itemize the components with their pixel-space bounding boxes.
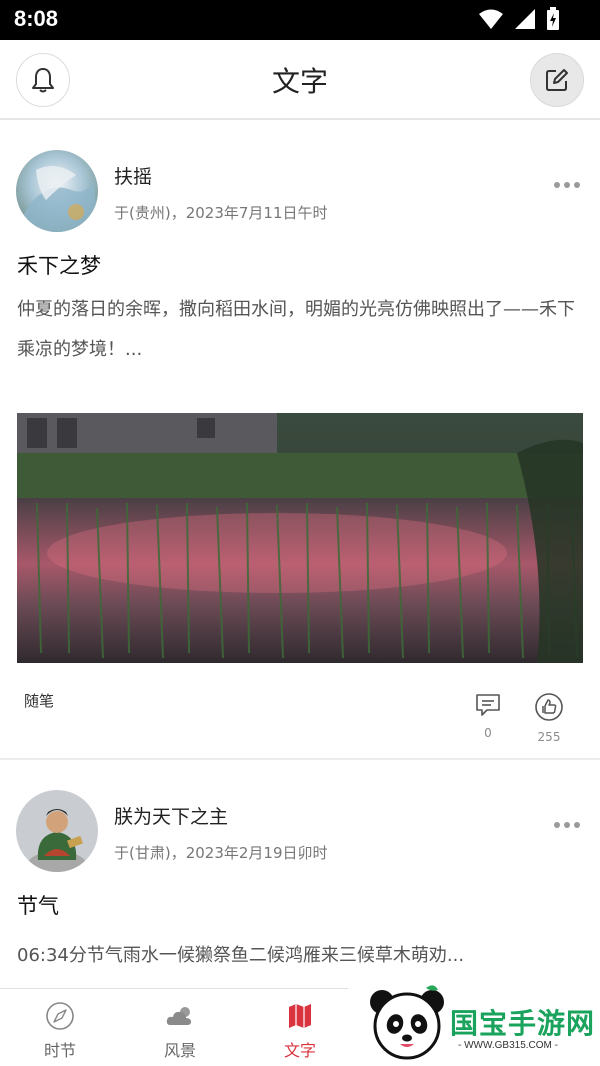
post-card[interactable]: 朕为天下之主 于(甘肃)，2023年2月19日卯时 节气 06:34分节气雨水一…	[0, 760, 600, 988]
like-count: 255	[537, 730, 561, 744]
panda-logo-icon	[370, 985, 444, 1060]
avatar[interactable]	[16, 790, 98, 872]
more-dot	[554, 182, 560, 188]
post-title[interactable]: 节气	[17, 890, 59, 920]
tab-label: 文字	[283, 1041, 316, 1060]
watermark: 国宝手游网 - WWW.GB315.COM -	[348, 972, 600, 1066]
more-options-button[interactable]	[554, 182, 580, 188]
comment-icon	[476, 694, 500, 716]
post-tag[interactable]: 随笔	[24, 690, 54, 711]
more-dot	[554, 822, 560, 828]
watermark-brand: 国宝手游网	[450, 1008, 596, 1039]
more-dot	[574, 182, 580, 188]
post-feed[interactable]: 扶摇 于(贵州)，2023年7月11日午时 禾下之梦 仲夏的落日的余晖，撒向稻田…	[0, 120, 600, 988]
page-title: 文字	[271, 65, 328, 98]
status-icons	[478, 7, 560, 31]
post-meta: 于(甘肃)，2023年2月19日卯时	[114, 844, 328, 862]
avatar[interactable]	[16, 150, 98, 232]
compose-button[interactable]	[530, 53, 584, 107]
comment-count: 0	[484, 726, 492, 740]
tab-shijie[interactable]: 时节	[0, 989, 120, 1066]
author-name[interactable]: 扶摇	[114, 162, 152, 189]
post-excerpt[interactable]: 仲夏的落日的余晖，撒向稻田水间，明媚的光亮仿佛映照出了——禾下乘凉的梦境！...	[17, 290, 587, 370]
more-dot	[564, 822, 570, 828]
map-icon	[289, 1004, 311, 1028]
tab-fengjing[interactable]: 风景	[120, 989, 240, 1066]
tab-wenzi[interactable]: 文字	[240, 989, 360, 1066]
status-bar: 8:08	[0, 0, 600, 40]
tab-label: 风景	[163, 1041, 196, 1060]
more-dot	[564, 182, 570, 188]
author-name[interactable]: 朕为天下之主	[114, 802, 228, 829]
post-card[interactable]: 扶摇 于(贵州)，2023年7月11日午时 禾下之梦 仲夏的落日的余晖，撒向稻田…	[0, 120, 600, 760]
cloud-icon	[166, 1007, 191, 1025]
post-meta: 于(贵州)，2023年7月11日午时	[114, 204, 328, 222]
compass-icon	[46, 1002, 74, 1030]
post-image[interactable]	[17, 413, 583, 663]
more-dot	[574, 822, 580, 828]
battery-icon	[547, 7, 559, 30]
tab-label: 时节	[43, 1041, 76, 1060]
watermark-url: - WWW.GB315.COM -	[458, 1040, 558, 1051]
post-title[interactable]: 禾下之梦	[17, 250, 101, 280]
status-time: 8:08	[14, 6, 59, 31]
thumbs-up-icon	[535, 693, 563, 721]
post-excerpt[interactable]: 06:34分节气雨水一候獭祭鱼二候鸿雁来三候草木萌劝...	[17, 936, 587, 976]
edit-icon	[546, 69, 568, 91]
like-button[interactable]: 255	[529, 692, 569, 744]
app-header: 文字	[0, 40, 600, 120]
more-options-button[interactable]	[554, 822, 580, 828]
comment-button[interactable]: 0	[468, 692, 508, 740]
wifi-icon	[479, 9, 503, 29]
signal-icon	[515, 9, 535, 29]
